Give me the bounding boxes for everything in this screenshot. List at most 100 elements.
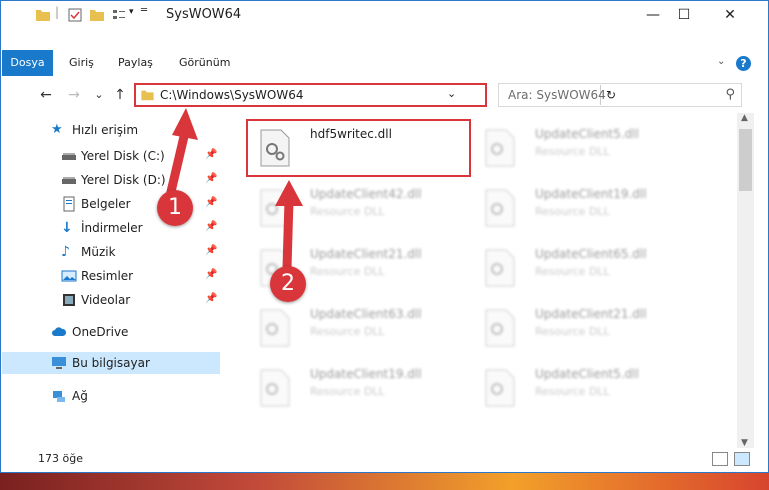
- scroll-up-icon[interactable]: ▲: [741, 113, 748, 123]
- recent-locations-button[interactable]: ⌄: [89, 85, 109, 105]
- file-item[interactable]: UpdateClient63.dll Resource DLL: [246, 299, 476, 355]
- file-highlight-box: [246, 119, 471, 177]
- search-box[interactable]: Ara: SysWOW64 ⚲: [498, 83, 742, 107]
- tab-share[interactable]: Paylaş: [118, 50, 153, 76]
- file-item[interactable]: UpdateClient5.dll Resource DLL: [471, 359, 701, 415]
- dll-file-icon: [260, 309, 290, 347]
- tab-file[interactable]: Dosya: [2, 50, 53, 76]
- callout-2: 2: [270, 266, 306, 302]
- dll-file-icon: [485, 249, 515, 287]
- sidebar-item-label: Hızlı erişim: [72, 123, 139, 137]
- pin-icon: 📌: [205, 197, 218, 208]
- title-bar: | ▾ ═ SysWOW64 — ☐ ✕: [1, 1, 768, 29]
- file-type: Resource DLL: [535, 325, 610, 338]
- cloud-icon: [52, 327, 67, 336]
- pin-toolbar-icon[interactable]: ═: [141, 5, 147, 16]
- dll-file-icon: [485, 129, 515, 167]
- file-name: UpdateClient19.dll: [535, 187, 647, 201]
- address-bar[interactable]: C:\Windows\SysWOW64 ⌄ ↻: [134, 83, 616, 107]
- back-button[interactable]: ←: [36, 85, 56, 105]
- file-item[interactable]: UpdateClient65.dll Resource DLL: [471, 239, 701, 295]
- sidebar-item-pictures[interactable]: Resimler 📌: [1, 265, 219, 287]
- vertical-scrollbar[interactable]: ▲ ▼: [737, 113, 754, 448]
- sidebar-item-label: Ağ: [72, 389, 88, 403]
- documents-icon: [63, 196, 75, 212]
- sidebar-item-label: Yerel Disk (C:): [81, 149, 165, 163]
- sidebar-item-label: Müzik: [81, 245, 116, 259]
- desktop-background: [0, 473, 769, 490]
- callout-1: 1: [157, 190, 193, 226]
- file-type: Resource DLL: [535, 385, 610, 398]
- details-view-icon[interactable]: [712, 452, 728, 466]
- music-icon: ♪: [61, 244, 70, 260]
- large-icons-view-icon[interactable]: [734, 452, 750, 466]
- file-item[interactable]: UpdateClient19.dll Resource DLL: [471, 179, 701, 235]
- dll-file-icon: [260, 369, 290, 407]
- scroll-thumb[interactable]: [739, 129, 752, 191]
- sidebar-item-music[interactable]: ♪ Müzik 📌: [1, 241, 219, 263]
- ribbon-tabs: Dosya Giriş Paylaş Görünüm ⌄: [1, 50, 768, 76]
- dll-file-icon: [485, 369, 515, 407]
- folder-icon: [141, 90, 154, 101]
- network-icon: [53, 391, 65, 402]
- pin-icon: 📌: [205, 293, 218, 304]
- pictures-icon: [61, 270, 77, 282]
- up-button[interactable]: ↑: [110, 85, 130, 105]
- pin-icon: 📌: [205, 173, 218, 184]
- tab-home[interactable]: Giriş: [69, 50, 94, 76]
- star-icon: ★: [51, 122, 63, 137]
- dll-file-icon: [485, 309, 515, 347]
- file-item[interactable]: UpdateClient5.dll Resource DLL: [471, 119, 701, 175]
- sidebar-item-this-pc[interactable]: Bu bilgisayar: [2, 352, 220, 374]
- close-button[interactable]: ✕: [707, 1, 753, 29]
- tab-view[interactable]: Görünüm: [179, 50, 230, 76]
- download-icon: ↓: [61, 220, 73, 236]
- forward-button[interactable]: →: [64, 85, 84, 105]
- pin-icon: 📌: [205, 221, 218, 232]
- dll-file-icon: [260, 189, 290, 227]
- file-type: Resource DLL: [310, 265, 385, 278]
- sidebar-item-quick-access[interactable]: ★ Hızlı erişim: [1, 119, 219, 141]
- sidebar-item-local-disk-c[interactable]: Yerel Disk (C:) 📌: [1, 145, 219, 167]
- file-name: UpdateClient63.dll: [310, 307, 422, 321]
- search-input[interactable]: Ara: SysWOW64: [508, 88, 606, 102]
- view-toggle-icon[interactable]: [111, 7, 127, 23]
- window-title: SysWOW64: [166, 7, 242, 22]
- ribbon-expand-icon[interactable]: ⌄: [717, 56, 725, 67]
- sidebar-item-videos[interactable]: Videolar 📌: [1, 289, 219, 311]
- sidebar-item-label: Belgeler: [81, 197, 131, 211]
- file-type: Resource DLL: [310, 205, 385, 218]
- help-button[interactable]: ?: [736, 56, 751, 71]
- explorer-window: | ▾ ═ SysWOW64 — ☐ ✕ Dosya Giriş Paylaş …: [0, 0, 769, 473]
- sidebar-item-network[interactable]: Ağ: [1, 385, 219, 407]
- properties-icon[interactable]: [67, 7, 83, 23]
- file-name: UpdateClient19.dll: [310, 367, 422, 381]
- maximize-button[interactable]: ☐: [661, 1, 707, 29]
- search-icon: ⚲: [725, 87, 735, 102]
- file-item[interactable]: UpdateClient21.dll Resource DLL: [471, 299, 701, 355]
- file-type: Resource DLL: [535, 265, 610, 278]
- sidebar-item-label: Resimler: [81, 269, 134, 283]
- file-name: UpdateClient5.dll: [535, 127, 639, 141]
- address-dropdown-icon[interactable]: ⌄: [447, 87, 456, 100]
- file-name: UpdateClient65.dll: [535, 247, 647, 261]
- file-type: Resource DLL: [310, 325, 385, 338]
- pin-icon: 📌: [205, 245, 218, 256]
- sidebar-item-onedrive[interactable]: OneDrive: [1, 321, 219, 343]
- file-type: Resource DLL: [535, 145, 610, 158]
- file-type: Resource DLL: [535, 205, 610, 218]
- computer-icon: [52, 357, 66, 369]
- videos-icon: [63, 294, 75, 306]
- folder-icon: [36, 10, 50, 21]
- item-count: 173 öğe: [38, 452, 83, 465]
- new-folder-icon[interactable]: [89, 7, 105, 23]
- file-item[interactable]: UpdateClient42.dll Resource DLL: [246, 179, 476, 235]
- navigation-pane: ★ Hızlı erişim Yerel Disk (C:) 📌 Yerel D…: [1, 119, 221, 447]
- customize-toolbar-icon[interactable]: ▾: [129, 7, 134, 17]
- file-type: Resource DLL: [310, 385, 385, 398]
- sidebar-item-label: Videolar: [81, 293, 131, 307]
- sidebar-item-local-disk-d[interactable]: Yerel Disk (D:) 📌: [1, 169, 219, 191]
- file-item[interactable]: UpdateClient19.dll Resource DLL: [246, 359, 476, 415]
- drive-icon: [62, 153, 76, 160]
- file-name: UpdateClient5.dll: [535, 367, 639, 381]
